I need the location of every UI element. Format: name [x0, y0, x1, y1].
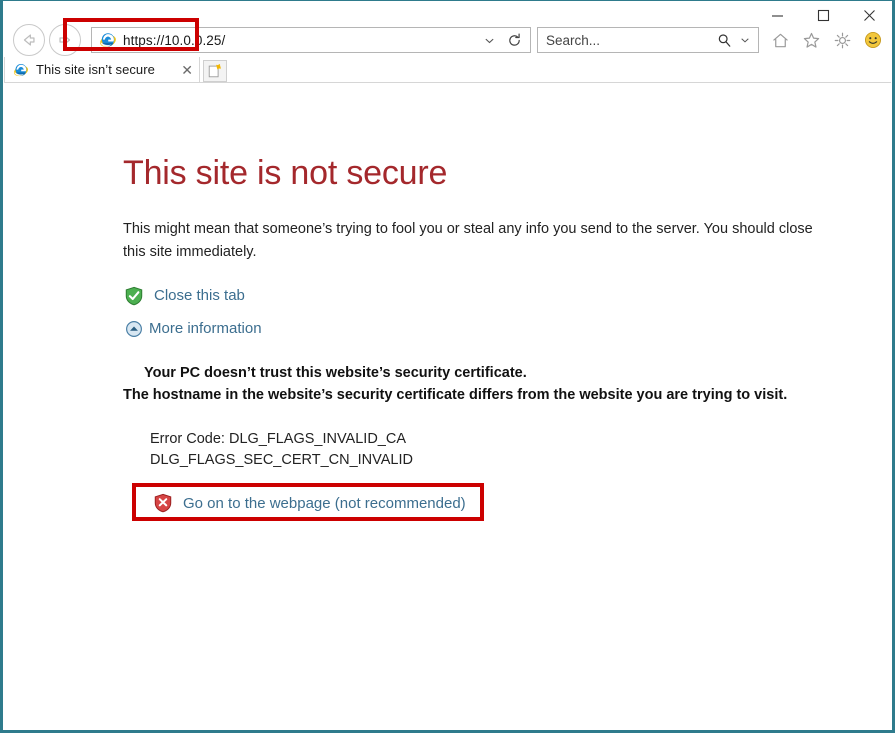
title-bar — [3, 1, 892, 21]
gear-glyph — [834, 32, 850, 48]
favorites-star-icon[interactable] — [800, 29, 822, 51]
search-box[interactable]: Search... — [537, 27, 759, 53]
red-shield-x-icon — [152, 493, 173, 514]
smiley-feedback-icon[interactable] — [862, 29, 884, 51]
star-glyph — [803, 32, 819, 48]
address-bar[interactable]: https://10.0.0.25/ — [91, 27, 531, 53]
certificate-details: Your PC doesn’t trust this website’s sec… — [123, 363, 831, 471]
address-bar-url: https://10.0.0.25/ — [123, 32, 226, 48]
new-tab-button[interactable] — [203, 60, 227, 82]
minimize-icon — [771, 14, 783, 17]
detail-line-2: The hostname in the website’s security c… — [123, 387, 788, 404]
back-arrow-icon — [23, 34, 35, 46]
shield-x-glyph — [154, 494, 171, 513]
chevron-down-icon[interactable] — [740, 35, 750, 45]
more-information-link[interactable]: More information — [123, 318, 831, 339]
go-on-to-webpage-link[interactable]: Go on to the webpage (not recommended) — [132, 482, 484, 521]
tab-title: This site isn’t secure — [36, 62, 155, 77]
maximize-icon — [817, 9, 829, 21]
detail-line-1: Your PC doesn’t trust this website’s sec… — [144, 365, 527, 382]
error-code-line-1: Error Code: DLG_FLAGS_INVALID_CA — [150, 430, 406, 447]
close-icon — [863, 9, 875, 21]
blue-circle-chevron-up-icon — [123, 318, 144, 339]
page-content: This site is not secure This might mean … — [4, 83, 891, 729]
error-code-line-2: DLG_FLAGS_SEC_CERT_CN_INVALID — [150, 452, 413, 469]
refresh-icon[interactable] — [507, 33, 522, 48]
search-input[interactable]: Search... — [538, 33, 717, 48]
back-button[interactable] — [13, 24, 45, 56]
tab-strip: This site isn’t secure ✕ — [4, 57, 891, 83]
search-icon[interactable] — [717, 33, 732, 48]
browser-toolbar-icons — [769, 29, 884, 51]
browser-window: https://10.0.0.25/ Search... This site i… — [0, 0, 895, 733]
more-information-link-label: More information — [149, 320, 262, 338]
shield-check-glyph — [125, 286, 142, 306]
error-description: This might mean that someone’s trying to… — [123, 221, 813, 260]
smiley-glyph — [864, 31, 882, 49]
browser-tab[interactable]: This site isn’t secure ✕ — [4, 57, 200, 82]
error-page: This site is not secure This might mean … — [123, 154, 831, 521]
home-icon[interactable] — [769, 29, 791, 51]
chevron-down-icon[interactable] — [484, 35, 495, 46]
certificate-detail-lines: Your PC doesn’t trust this website’s sec… — [123, 363, 823, 407]
home-glyph — [772, 33, 788, 47]
error-code-block: Error Code: DLG_FLAGS_INVALID_CA DLG_FLA… — [123, 429, 831, 472]
green-shield-check-icon — [123, 285, 144, 306]
forward-button[interactable] — [49, 24, 81, 56]
close-tab-link[interactable]: Close this tab — [123, 285, 831, 306]
internet-explorer-icon — [100, 33, 116, 47]
go-on-to-webpage-label: Go on to the webpage (not recommended) — [183, 494, 466, 512]
tab-close-icon[interactable]: ✕ — [181, 63, 193, 77]
page-title: This site is not secure — [123, 154, 448, 192]
internet-explorer-icon — [13, 63, 29, 76]
close-tab-link-label: Close this tab — [154, 287, 245, 305]
address-bar-actions — [484, 33, 530, 48]
forward-arrow-icon — [59, 34, 71, 46]
address-bar-container: https://10.0.0.25/ — [63, 18, 531, 53]
navigation-toolbar: https://10.0.0.25/ Search... — [7, 18, 888, 57]
search-actions — [717, 33, 758, 48]
new-tab-icon — [208, 64, 222, 78]
collapse-chevron-glyph — [125, 320, 142, 337]
gear-icon[interactable] — [831, 29, 853, 51]
